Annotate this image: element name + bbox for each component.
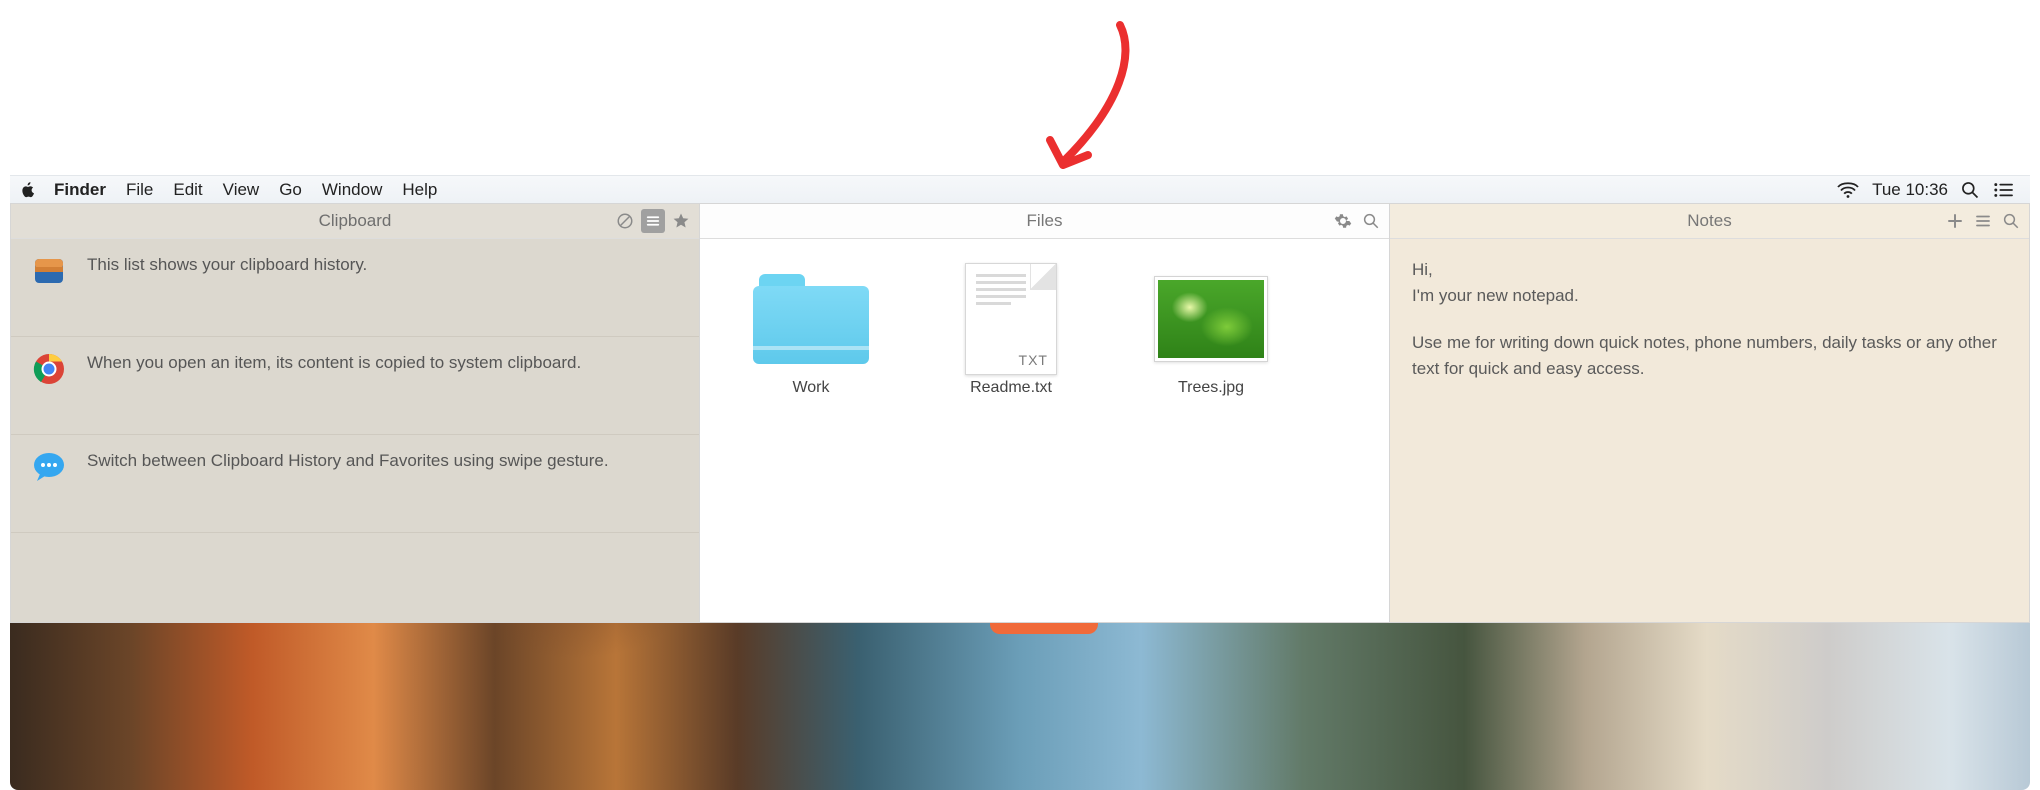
file-item-image[interactable]: Trees.jpg	[1136, 269, 1286, 397]
notes-panel: Notes Hi, I'm your new notepad. Use me f…	[1390, 203, 2030, 623]
clipboard-list: This list shows your clipboard history. …	[11, 239, 699, 622]
clipboard-favorites-button[interactable]	[669, 209, 693, 233]
clipboard-item-text: This list shows your clipboard history.	[73, 253, 683, 278]
spotlight-icon[interactable]	[1960, 180, 1980, 200]
notes-body[interactable]: Hi, I'm your new notepad. Use me for wri…	[1390, 239, 2029, 622]
annotation-arrow	[950, 15, 1170, 175]
notes-list-button[interactable]	[1971, 209, 1995, 233]
clipboard-item-text: Switch between Clipboard History and Fav…	[73, 449, 683, 474]
file-item-txt[interactable]: TXT Readme.txt	[936, 269, 1086, 397]
notes-line: Hi,	[1412, 257, 2007, 283]
menu-window[interactable]: Window	[322, 180, 382, 200]
files-header: Files	[700, 204, 1389, 239]
menu-help[interactable]: Help	[402, 180, 437, 200]
menubar: Finder File Edit View Go Window Help Tue…	[10, 175, 2030, 203]
menubar-clock[interactable]: Tue 10:36	[1872, 180, 1948, 200]
clipboard-item-text: When you open an item, its content is co…	[73, 351, 683, 376]
folder-icon	[753, 269, 869, 369]
messages-icon	[25, 449, 73, 485]
app-name[interactable]: Finder	[54, 180, 106, 200]
txt-badge: TXT	[1019, 352, 1048, 368]
txt-file-icon: TXT	[953, 269, 1069, 369]
notes-line: Use me for writing down quick notes, pho…	[1412, 330, 2007, 383]
notes-search-button[interactable]	[1999, 209, 2023, 233]
notes-title: Notes	[1687, 211, 1731, 231]
clipboard-title: Clipboard	[319, 211, 392, 231]
apple-menu-icon[interactable]	[20, 181, 44, 198]
clipboard-clear-button[interactable]	[613, 209, 637, 233]
menu-edit[interactable]: Edit	[173, 180, 202, 200]
clipboard-list-button[interactable]	[641, 209, 665, 233]
file-label: Work	[792, 379, 829, 397]
file-label: Trees.jpg	[1178, 379, 1244, 397]
files-panel: Files Work	[700, 203, 1390, 623]
files-title: Files	[1027, 211, 1063, 231]
menu-go[interactable]: Go	[279, 180, 302, 200]
image-file-icon	[1153, 269, 1269, 369]
menu-file[interactable]: File	[126, 180, 153, 200]
panels-container: Clipboard This list s	[10, 203, 2030, 623]
files-body: Work TXT Readme.txt	[700, 239, 1389, 622]
file-label: Readme.txt	[970, 379, 1052, 397]
menu-view[interactable]: View	[223, 180, 260, 200]
clipboard-item[interactable]: When you open an item, its content is co…	[11, 337, 699, 435]
files-search-button[interactable]	[1359, 209, 1383, 233]
clipboard-item[interactable]: Switch between Clipboard History and Fav…	[11, 435, 699, 533]
chrome-icon	[25, 351, 73, 387]
wifi-icon[interactable]	[1836, 181, 1860, 199]
files-settings-button[interactable]	[1331, 209, 1355, 233]
clipboard-item[interactable]: This list shows your clipboard history.	[11, 239, 699, 337]
notes-header: Notes	[1390, 204, 2029, 239]
pocket-icon	[25, 253, 73, 289]
notes-line: I'm your new notepad.	[1412, 283, 2007, 309]
clipboard-header: Clipboard	[11, 204, 699, 239]
file-item-folder[interactable]: Work	[736, 269, 886, 397]
clipboard-panel: Clipboard This list s	[10, 203, 700, 623]
notification-center-icon[interactable]	[1992, 181, 2014, 199]
notes-add-button[interactable]	[1943, 209, 1967, 233]
